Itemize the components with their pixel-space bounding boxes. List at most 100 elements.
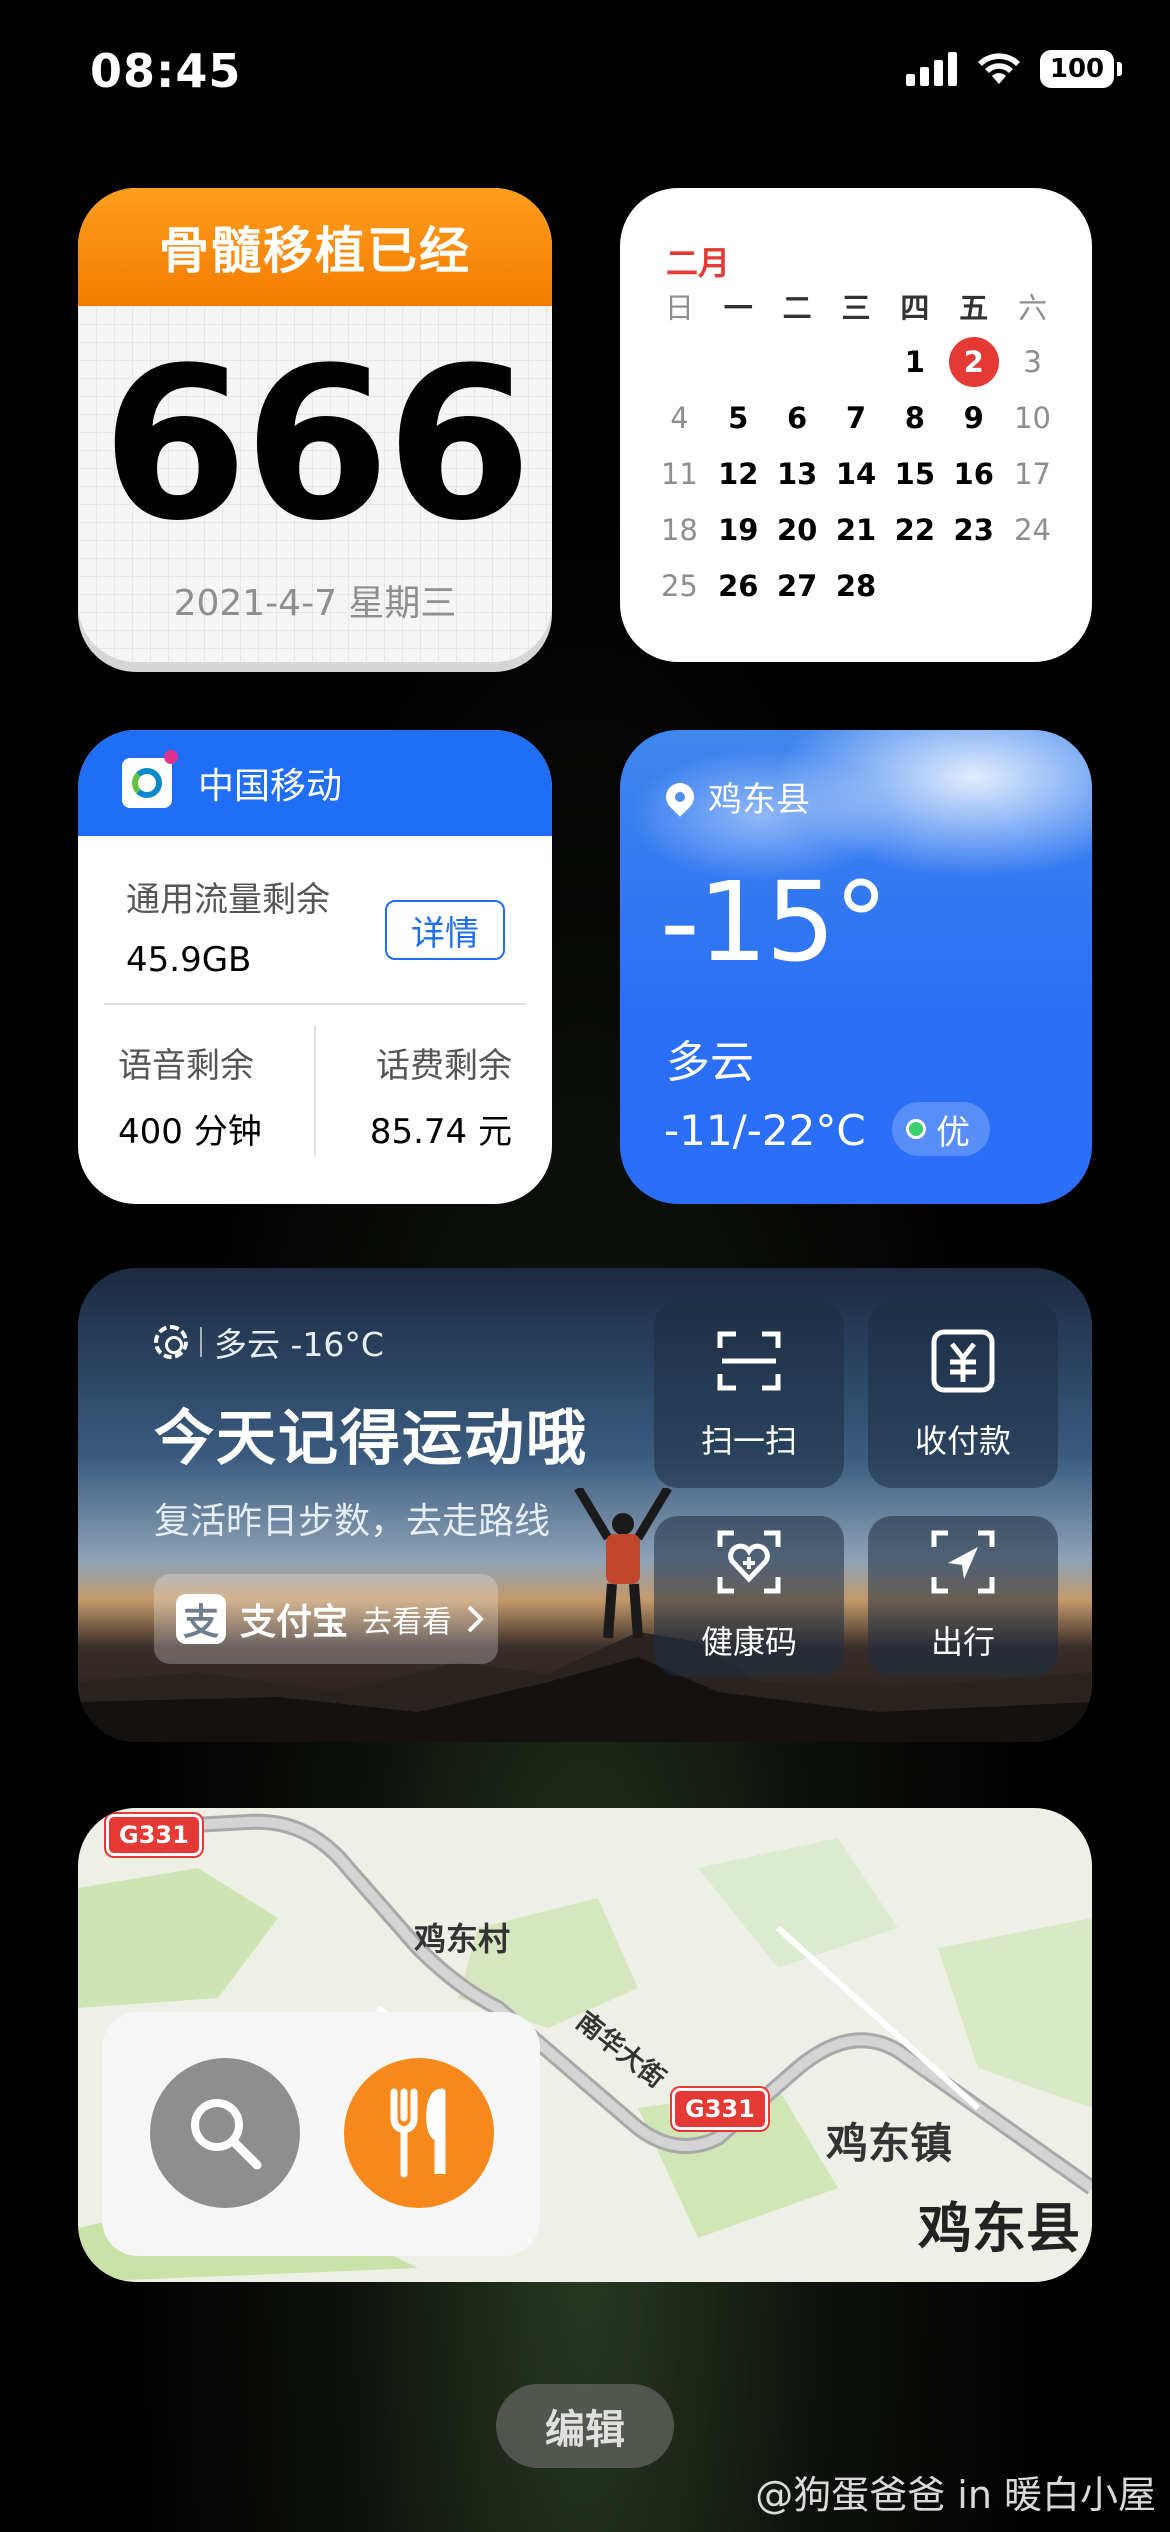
battery-indicator: 100 — [1040, 50, 1122, 88]
calendar-day: 4 — [670, 401, 689, 435]
calendar-day: 16 — [953, 457, 994, 491]
alipay-weather-text: 多云 -16°C — [214, 1325, 384, 1364]
map-search-button[interactable] — [150, 2058, 300, 2208]
cellular-signal-icon — [906, 52, 957, 86]
calendar-day: 15 — [894, 457, 936, 491]
calendar-day: 12 — [718, 457, 759, 491]
weekday-label: 二 — [782, 291, 812, 325]
fork-knife-icon — [390, 2088, 446, 2178]
map-label-village: 鸡东村 — [414, 1920, 511, 1958]
calendar-grid: 日 一 二 三 四 五 六 1 2 3 4 5 6 7 8 9 10 11 12 13 14 15 16 17 1… — [650, 278, 1062, 614]
calendar-day: 5 — [728, 401, 749, 435]
countdown-widget[interactable]: 骨髓移植已经 666 2021-4-7 星期三 — [78, 188, 552, 662]
weather-range: -11/-22°C — [664, 1106, 866, 1155]
location-pin-icon — [660, 776, 700, 817]
calendar-day: 24 — [1014, 513, 1052, 547]
health-code-icon — [717, 1530, 781, 1594]
calendar-day: 6 — [787, 401, 808, 435]
map-label-town: 鸡东镇 — [826, 2119, 953, 2168]
calendar-day: 28 — [835, 569, 877, 603]
china-mobile-logo-icon — [122, 750, 178, 808]
calendar-day: 10 — [1014, 401, 1052, 435]
calendar-day: 25 — [660, 569, 698, 603]
travel-label: 出行 — [930, 1623, 995, 1661]
weather-widget[interactable]: 鸡东县 -15° 多云 -11/-22°C 优 — [620, 730, 1092, 1204]
detail-button[interactable]: 详情 — [385, 900, 505, 960]
calendar-day: 7 — [845, 401, 867, 435]
alipay-weather: 多云 -16°C — [154, 1318, 384, 1366]
road-shield-g331: G331 — [106, 1814, 202, 1856]
settings-gear-icon[interactable] — [154, 1325, 188, 1359]
aqi-dot-icon — [906, 1119, 926, 1139]
alipay-title: 今天记得运动哦 — [154, 1404, 588, 1474]
map-widget[interactable]: G331 G331 鸡东村 南华大街 鸡东镇 鸡东县 — [78, 1808, 1092, 2282]
calendar-day: 1 — [904, 345, 925, 379]
calendar-day: 3 — [1023, 345, 1042, 379]
countdown-date: 2021-4-7 星期三 — [173, 583, 457, 624]
weather-location: 鸡东县 — [660, 772, 810, 821]
calendar-day: 19 — [718, 513, 759, 547]
status-time: 08:45 — [90, 44, 242, 98]
voice-remaining-value: 400 分钟 — [118, 1112, 262, 1152]
calendar-empty-cell — [827, 334, 886, 390]
calendar-day: 21 — [835, 513, 877, 547]
weekday-label: 五 — [959, 291, 989, 325]
wifi-icon — [978, 53, 1020, 84]
scan-label: 扫一扫 — [700, 1422, 797, 1460]
calendar-day: 18 — [660, 513, 698, 547]
calendar-empty-cell — [650, 334, 709, 390]
map-food-button[interactable] — [344, 2058, 494, 2208]
map-label-county: 鸡东县 — [918, 2197, 1080, 2260]
carrier-name: 中国移动 — [198, 766, 343, 807]
alipay-widget[interactable]: 多云 -16°C 今天记得运动哦 复活昨日步数，去走路线 支 支付宝 去看看 扫… — [78, 1268, 1092, 1742]
carrier-widget[interactable]: 中国移动 通用流量剩余 45.9GB 详情 语音剩余 400 分钟 话费剩余 8… — [78, 730, 552, 1204]
calendar-day: 11 — [660, 457, 698, 491]
calendar-day: 13 — [776, 457, 818, 491]
alipay-go-label: 去看看 — [362, 1605, 453, 1640]
weekday-label: 一 — [723, 291, 753, 325]
weekday-label: 六 — [1018, 291, 1048, 325]
scan-icon — [717, 1331, 781, 1391]
today-marker: 2 — [948, 337, 999, 387]
weekday-label: 三 — [841, 291, 871, 325]
air-quality-badge: 优 — [892, 1102, 990, 1156]
scan-tile[interactable]: 扫一扫 — [654, 1302, 844, 1488]
status-icons: 100 — [906, 50, 1122, 88]
fee-remaining-value: 85.74 元 — [369, 1112, 512, 1152]
payment-icon — [931, 1329, 995, 1393]
weather-temperature: -15° — [660, 858, 889, 986]
voice-remaining-label: 语音剩余 — [118, 1046, 254, 1086]
watermark: @狗蛋爸爸 in 暖白小屋 — [755, 2473, 1156, 2517]
calendar-widget[interactable]: 二月 日 一 二 三 四 五 六 1 2 3 4 5 6 7 8 9 10 11 12 13 14 15 16… — [620, 188, 1092, 662]
payment-tile[interactable]: 收付款 — [868, 1302, 1058, 1488]
calendar-day-today: 2 — [944, 334, 1003, 390]
road-shield-g331: G331 — [672, 2088, 768, 2130]
calendar-day: 26 — [718, 569, 759, 603]
alipay-brand: 支付宝 — [240, 1602, 349, 1643]
weekday-label: 四 — [900, 291, 930, 325]
calendar-day: 14 — [835, 457, 877, 491]
edit-button[interactable]: 编辑 — [496, 2384, 674, 2468]
data-remaining-value: 45.9GB — [126, 940, 252, 980]
countdown-days: 666 — [101, 322, 532, 567]
battery-level: 100 — [1049, 54, 1105, 84]
alipay-open-button[interactable]: 支 支付宝 去看看 — [154, 1574, 498, 1664]
air-quality-value: 优 — [936, 1112, 970, 1153]
divider — [314, 1026, 316, 1156]
weekday-label: 日 — [664, 291, 694, 325]
calendar-day: 20 — [776, 513, 818, 547]
divider — [200, 1327, 202, 1357]
search-icon — [191, 2099, 262, 2170]
alipay-subtitle: 复活昨日步数，去走路线 — [154, 1501, 551, 1542]
travel-tile[interactable]: 出行 — [868, 1516, 1058, 1676]
calendar-day: 27 — [776, 569, 818, 603]
calendar-day: 9 — [963, 401, 984, 435]
health-code-tile[interactable]: 健康码 — [654, 1516, 844, 1676]
payment-label: 收付款 — [914, 1422, 1011, 1460]
calendar-empty-cell — [709, 334, 768, 390]
alipay-logo-icon: 支 — [176, 1594, 226, 1644]
divider — [104, 1003, 526, 1005]
calendar-day: 22 — [894, 513, 936, 547]
calendar-day: 8 — [904, 401, 925, 435]
travel-icon — [931, 1530, 995, 1594]
